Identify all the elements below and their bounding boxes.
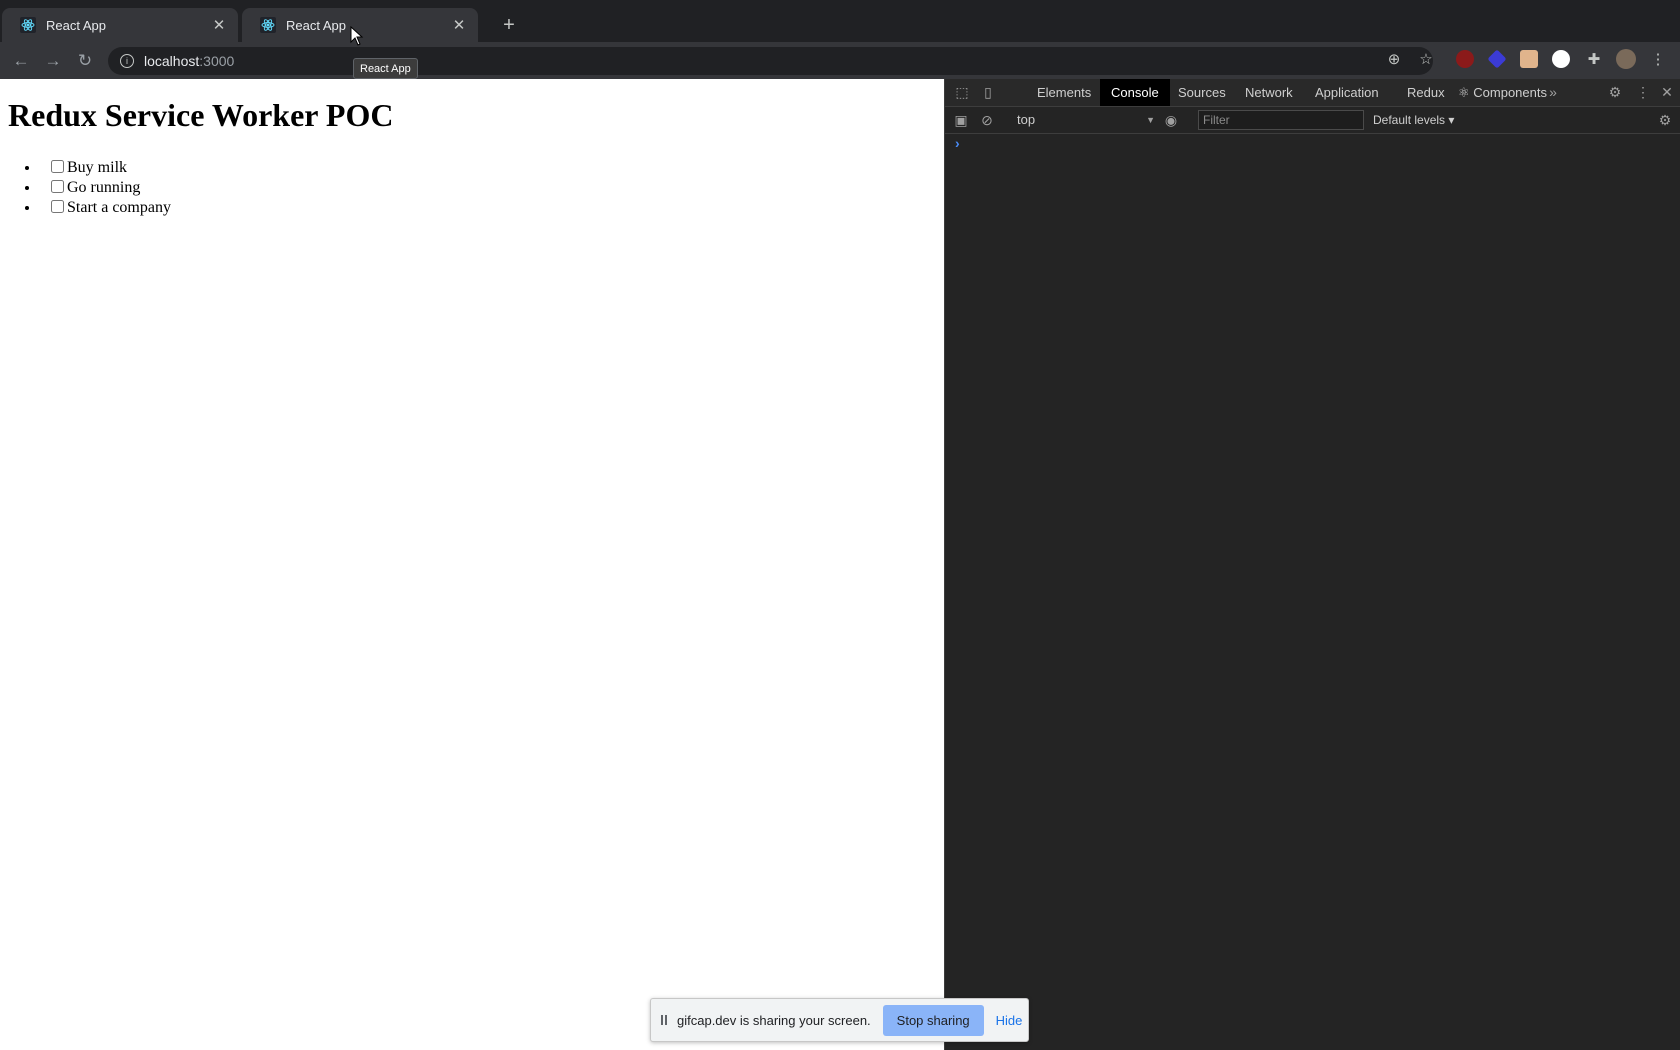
context-value: top	[1017, 112, 1036, 127]
console-settings-gear-icon[interactable]: ⚙	[1656, 111, 1674, 129]
tab-title: React App	[46, 17, 106, 33]
inspect-element-icon[interactable]: ⬚	[953, 83, 971, 101]
screen-share-bar: gifcap.dev is sharing your screen. Stop …	[650, 998, 1029, 1042]
todo-label: Buy milk	[67, 159, 128, 176]
react-favicon-icon	[260, 17, 276, 33]
tab-sources[interactable]: Sources	[1167, 79, 1237, 106]
tab-console[interactable]: Console	[1100, 79, 1170, 106]
todo-list: Buy milk Go running Start a company	[0, 158, 171, 218]
log-levels-dropdown[interactable]: Default levels ▾	[1373, 110, 1454, 130]
extensions-puzzle-icon[interactable]: ✚	[1584, 49, 1604, 69]
stop-sharing-button[interactable]: Stop sharing	[882, 1004, 984, 1036]
devtools-tabbar: ⬚ ▯ Elements Console Sources Network App…	[945, 79, 1680, 107]
todo-item: Buy milk	[40, 158, 171, 178]
kebab-menu-icon[interactable]: ⋮	[1634, 83, 1652, 101]
extension-ublock-icon[interactable]	[1456, 50, 1474, 68]
page-title: Redux Service Worker POC	[8, 97, 394, 133]
profile-avatar[interactable]	[1616, 49, 1636, 69]
react-favicon-icon	[20, 17, 36, 33]
new-tab-button[interactable]: +	[496, 12, 522, 38]
console-filter-input[interactable]	[1198, 110, 1364, 130]
browser-toolbar: ← → ↻ i localhost:3000 ⊕ ☆ ✚ ⋮	[0, 42, 1680, 79]
todo-checkbox[interactable]	[51, 180, 64, 193]
console-toolbar: ▣ ⊘ top ▼ ◉ Default levels ▾ ⚙	[945, 107, 1680, 134]
close-tab-icon[interactable]: ✕	[210, 16, 228, 34]
share-message: gifcap.dev is sharing your screen.	[677, 1012, 871, 1028]
info-icon[interactable]: i	[120, 54, 134, 68]
tab-components[interactable]: ⚛ Components	[1447, 79, 1558, 106]
extension-blue-icon[interactable]	[1487, 49, 1507, 69]
clear-console-icon[interactable]: ⊘	[978, 111, 996, 129]
back-icon[interactable]: ←	[10, 50, 32, 72]
url-host: localhost	[144, 53, 200, 69]
todo-checkbox[interactable]	[51, 160, 64, 173]
pause-icon	[661, 1015, 669, 1025]
url-port: :3000	[199, 53, 235, 69]
page-content: Redux Service Worker POC Buy milk Go run…	[0, 79, 944, 1050]
close-devtools-icon[interactable]: ✕	[1658, 83, 1676, 101]
tab-title: React App	[286, 17, 346, 33]
device-toolbar-icon[interactable]: ▯	[979, 83, 997, 101]
extension-search-icon[interactable]	[1552, 50, 1570, 68]
todo-label: Go running	[67, 179, 141, 196]
browser-tab-1[interactable]: React App ✕	[2, 8, 238, 42]
close-tab-icon[interactable]: ✕	[450, 16, 468, 34]
more-tabs-icon[interactable]: »	[1544, 83, 1562, 101]
mouse-cursor-icon	[350, 26, 364, 46]
todo-item: Go running	[40, 178, 171, 198]
todo-label: Start a company	[67, 199, 171, 216]
tab-tooltip: React App	[353, 58, 418, 79]
hide-button[interactable]: Hide	[996, 1013, 1023, 1028]
context-selector[interactable]: top ▼	[1013, 110, 1155, 130]
sidebar-toggle-icon[interactable]: ▣	[952, 111, 970, 129]
devtools-panel: ⬚ ▯ Elements Console Sources Network App…	[944, 79, 1680, 1050]
tab-network[interactable]: Network	[1234, 79, 1304, 106]
todo-checkbox[interactable]	[51, 200, 64, 213]
tab-application[interactable]: Application	[1304, 79, 1390, 106]
eye-icon[interactable]: ◉	[1162, 111, 1180, 129]
console-prompt[interactable]: ›	[955, 135, 960, 151]
reload-icon[interactable]: ↻	[74, 50, 96, 72]
forward-icon[interactable]: →	[42, 50, 64, 72]
dropdown-arrow-icon: ▼	[1146, 115, 1155, 125]
star-icon[interactable]: ☆	[1416, 49, 1436, 69]
install-icon[interactable]: ⊕	[1384, 49, 1404, 69]
todo-item: Start a company	[40, 198, 171, 218]
tab-strip: React App ✕ React App ✕ +	[0, 0, 1680, 42]
address-bar[interactable]: i localhost:3000	[108, 47, 1433, 75]
gear-icon[interactable]: ⚙	[1606, 83, 1624, 101]
extension-face-icon[interactable]	[1520, 50, 1538, 68]
tab-elements[interactable]: Elements	[1026, 79, 1102, 106]
menu-icon[interactable]: ⋮	[1648, 49, 1668, 69]
